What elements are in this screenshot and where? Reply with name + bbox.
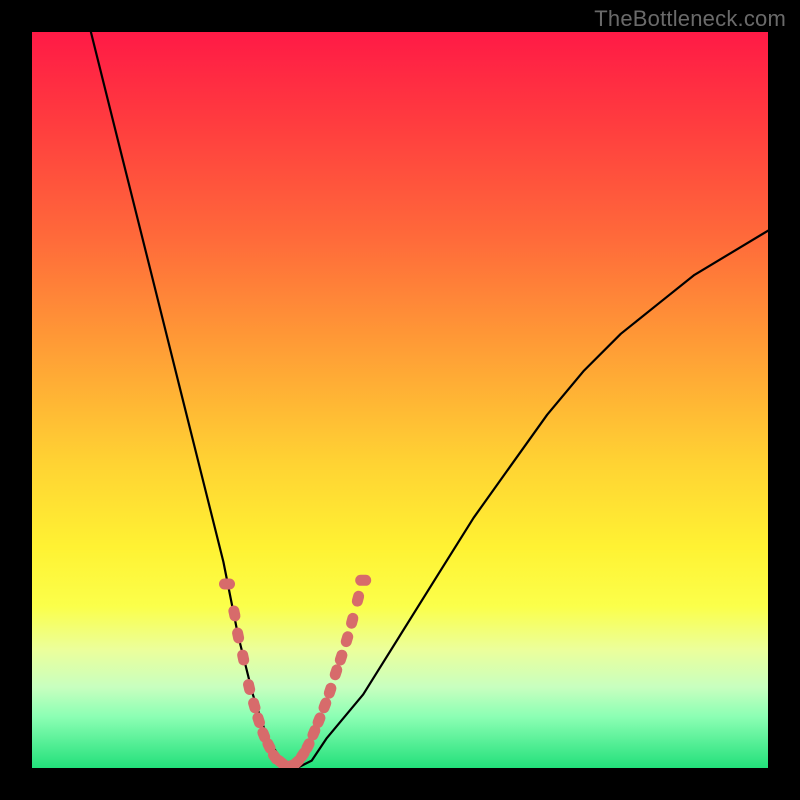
highlight-points [219, 575, 371, 768]
plot-area [32, 32, 768, 768]
chart-frame: TheBottleneck.com [0, 0, 800, 800]
bottleneck-curve [91, 32, 768, 768]
watermark-text: TheBottleneck.com [594, 6, 786, 32]
chart-svg [32, 32, 768, 768]
